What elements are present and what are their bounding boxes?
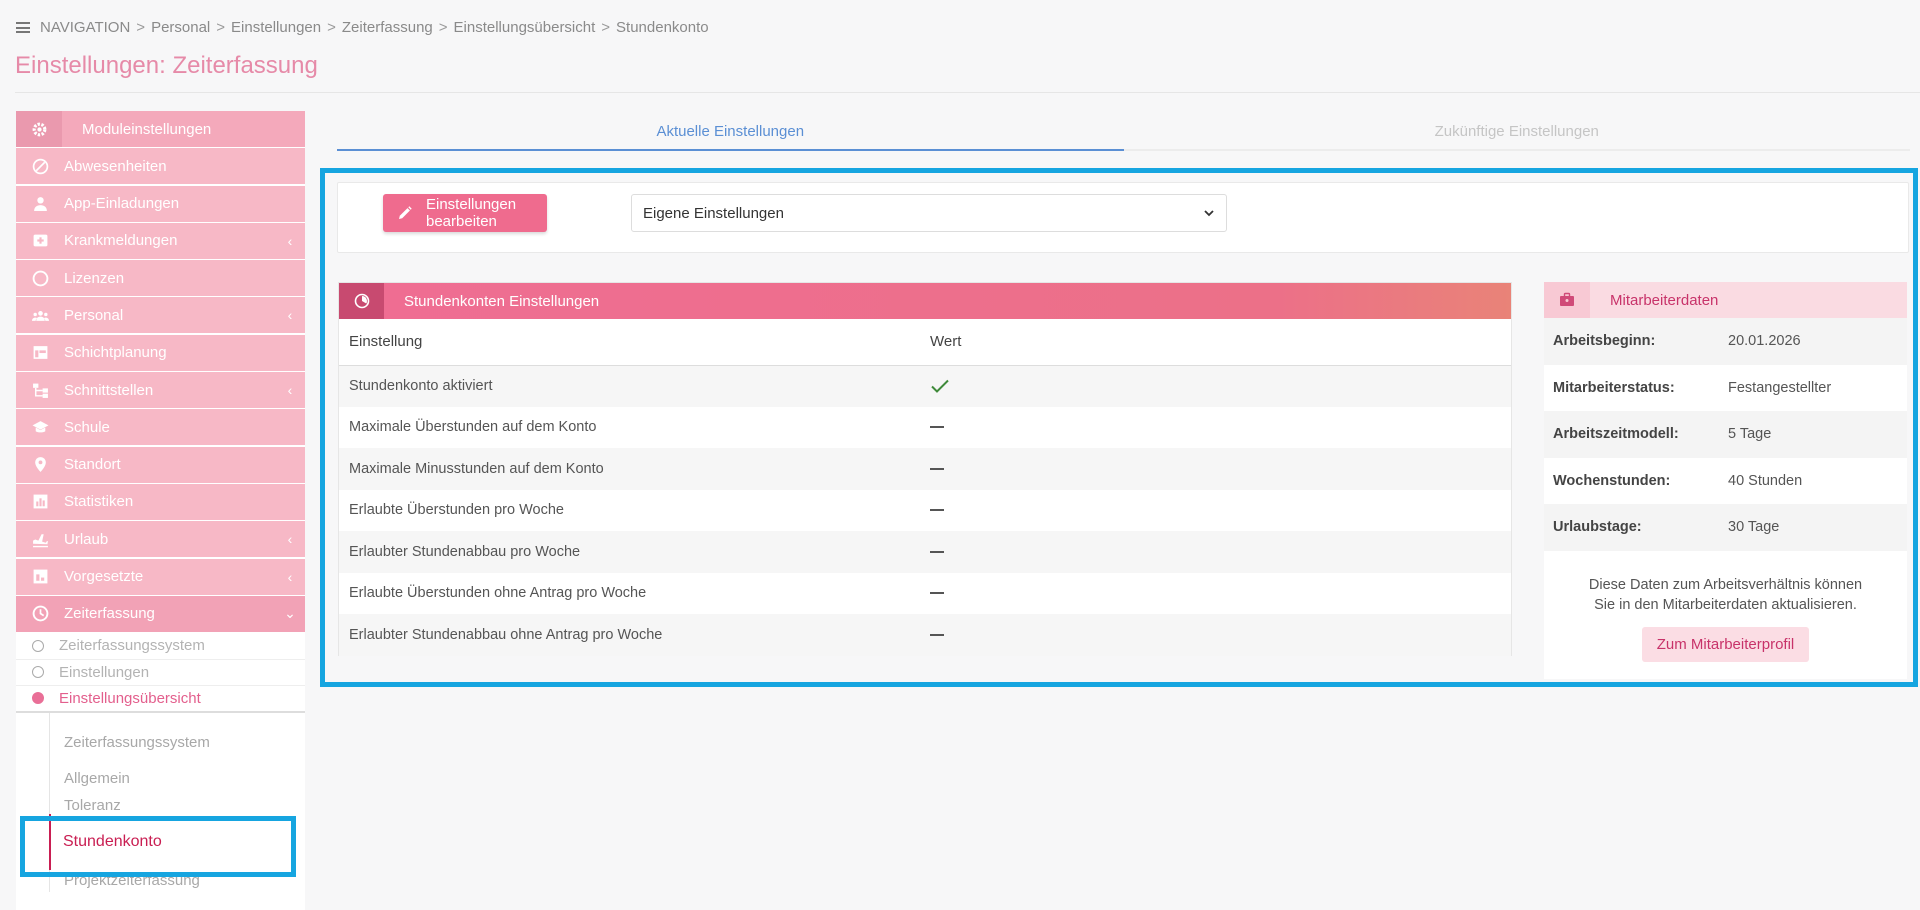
subnav-einstellungsuebersicht[interactable]: Einstellungsübersicht (16, 686, 305, 713)
clock-icon (16, 596, 64, 632)
circle-icon (16, 260, 64, 296)
ban-icon (16, 148, 64, 184)
subnav-label: Einstellungen (59, 663, 150, 681)
breadcrumb-item[interactable]: Personal (151, 19, 210, 36)
medical-icon (16, 223, 64, 259)
chart-icon (16, 559, 64, 595)
subnav2-toleranz[interactable]: Toleranz (50, 797, 305, 814)
subnav2-allgemein[interactable]: Allgemein (50, 761, 305, 797)
sidebar-item-zeiterfassung[interactable]: Zeiterfassung ⌄ (16, 595, 305, 632)
sidebar-item-krankmeldungen[interactable]: Krankmeldungen ‹ (16, 222, 305, 259)
sidebar-item-label: Standort (64, 456, 121, 474)
sidebar-item-label: Zeiterfassung (64, 605, 155, 623)
subnav-label: Einstellungsübersicht (59, 689, 201, 707)
highlight-box-sidebar (20, 816, 296, 877)
sidebar-item-urlaub[interactable]: Urlaub ‹ (16, 521, 305, 558)
tab-aktuelle-einstellungen[interactable]: Aktuelle Einstellungen (337, 114, 1124, 151)
sidebar-item-abwesenheiten[interactable]: Abwesenheiten (16, 148, 305, 185)
sidebar-item-schichtplanung[interactable]: Schichtplanung (16, 334, 305, 371)
gear-icon (16, 111, 62, 147)
chevron-left-icon: ‹ (287, 382, 293, 399)
chevron-left-icon: ‹ (287, 307, 293, 324)
sidebar-item-label: Krankmeldungen (64, 232, 178, 250)
breadcrumb-separator: > (601, 19, 611, 36)
breadcrumb-item[interactable]: Einstellungen (231, 19, 321, 36)
chevron-left-icon: ‹ (287, 568, 293, 585)
sidebar-item-label: App-Einladungen (64, 195, 180, 213)
chevron-down-icon: ⌄ (284, 605, 296, 622)
page-title: Einstellungen: Zeiterfassung (15, 52, 318, 79)
breadcrumb-separator: > (136, 19, 146, 36)
sidebar-header-label: Moduleinstellungen (82, 120, 212, 138)
table-icon (16, 335, 64, 371)
settings-tabs: Aktuelle Einstellungen Zukünftige Einste… (337, 114, 1910, 151)
sidebar-item-vorgesetzte[interactable]: Vorgesetzte ‹ (16, 558, 305, 595)
breadcrumb-separator: > (216, 19, 226, 36)
sidebar-item-label: Abwesenheiten (64, 157, 167, 175)
sidebar-item-app-einladungen[interactable]: App-Einladungen (16, 185, 305, 222)
sidebar-item-label: Vorgesetzte (64, 568, 144, 586)
sitemap-icon (16, 372, 64, 408)
sidebar-item-label: Lizenzen (64, 269, 125, 287)
sidebar-item-standort[interactable]: Standort (16, 446, 305, 483)
highlight-box-main (320, 168, 1918, 687)
breadcrumb-item[interactable]: Einstellungsübersicht (454, 19, 596, 36)
people-icon (16, 297, 64, 333)
sidebar: Moduleinstellungen Abwesenheiten App-Ein… (16, 111, 305, 910)
sidebar-item-statistiken[interactable]: Statistiken (16, 483, 305, 520)
sidebar-item-label: Statistiken (64, 493, 134, 511)
menu-icon[interactable] (16, 22, 30, 33)
breadcrumb-separator: > (438, 19, 448, 36)
user-icon (16, 186, 64, 222)
breadcrumb-root[interactable]: NAVIGATION (40, 19, 130, 36)
subnav-zeiterfassungssystem[interactable]: Zeiterfassungssystem (16, 633, 305, 660)
sidebar-header-moduleinstellungen[interactable]: Moduleinstellungen (16, 111, 305, 147)
sidebar-item-schule[interactable]: Schule (16, 409, 305, 446)
sidebar-item-label: Personal (64, 306, 124, 324)
graduation-icon (16, 409, 64, 445)
radio-circle-icon (32, 666, 44, 679)
sidebar-item-label: Schnittstellen (64, 381, 154, 399)
radio-circle-icon (32, 639, 44, 652)
sidebar-item-lizenzen[interactable]: Lizenzen (16, 260, 305, 297)
chevron-left-icon: ‹ (287, 531, 293, 548)
map-pin-icon (16, 447, 64, 483)
tab-zukuenftige-einstellungen[interactable]: Zukünftige Einstellungen (1123, 114, 1910, 151)
subnav-einstellungen[interactable]: Einstellungen (16, 660, 305, 687)
sidebar-item-personal[interactable]: Personal ‹ (16, 297, 305, 334)
title-divider (15, 92, 1920, 93)
plane-icon (16, 521, 64, 557)
breadcrumb-separator: > (327, 19, 336, 36)
breadcrumb: NAVIGATION > Personal > Einstellungen > … (16, 19, 709, 36)
breadcrumb-item[interactable]: Zeiterfassung (342, 19, 433, 36)
subnav-label: Zeiterfassungssystem (59, 637, 205, 655)
chevron-left-icon: ‹ (287, 232, 293, 249)
sidebar-item-label: Schichtplanung (64, 344, 167, 362)
bar-chart-icon (16, 484, 64, 520)
breadcrumb-current: Stundenkonto (616, 19, 709, 36)
subnav2-zeiterfassungssystem[interactable]: Zeiterfassungssystem (50, 725, 305, 761)
sidebar-item-label: Urlaub (64, 530, 109, 548)
sidebar-item-schnittstellen[interactable]: Schnittstellen ‹ (16, 372, 305, 409)
radio-filled-icon (32, 692, 44, 705)
sidebar-item-label: Schule (64, 418, 110, 436)
